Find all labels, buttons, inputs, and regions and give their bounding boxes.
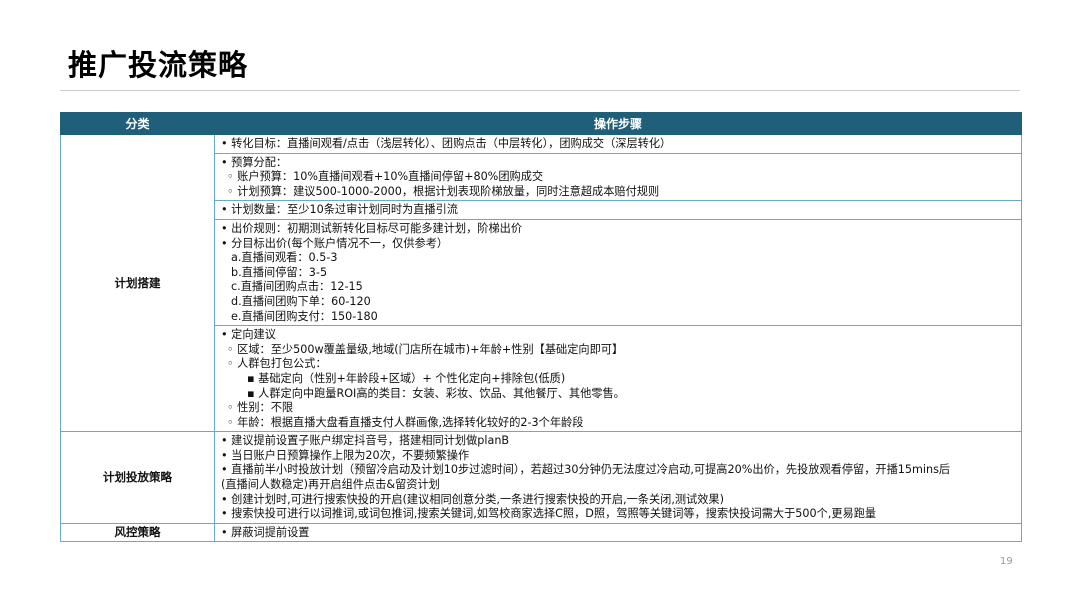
step-line: • 屏蔽词提前设置 [221, 525, 310, 539]
table-body: 计划搭建 • 转化目标：直播间观看/点击（浅层转化）、团购点击（中层转化），团购成… [60, 133, 1022, 543]
step-line: • 搜索快投可进行以词推词,或词包推词,搜索关键词,如驾校商家选择C照，D照，驾… [221, 507, 877, 521]
table-row: 计划投放策略 • 建议提前设置子账户绑定抖音号，搭建相同计划做planB • 当日账… [60, 431, 1022, 524]
step-line: ◦ 性别：不限 [227, 401, 294, 415]
step-line: ◦ 计划预算：建议500-1000-2000，根据计划表现阶梯放量，同时注意超成… [227, 184, 660, 198]
steps-cell: • 定向建议 ◦ 区域：至少500w覆盖量级,地域(门店所在城市)+年龄+性别【基… [214, 325, 1022, 433]
steps-cell: • 预算分配： ◦ 账户预算：10%直播间观看+10%直播间停留+80%团购成交 ◦… [214, 152, 1022, 202]
steps-cell: • 计划数量：至少10条过审计划同时为直播引流 [214, 200, 1022, 220]
step-line: • 转化目标：直播间观看/点击（浅层转化）、团购点击（中层转化），团购成交（深层… [221, 137, 672, 150]
step-line: b.直播间停留：3-5 [231, 265, 328, 279]
step-line: • 计划数量：至少10条过审计划同时为直播引流 [221, 203, 458, 217]
page-title: 推广投流策略 [68, 48, 249, 82]
steps-cell: • 建议提前设置子账户绑定抖音号，搭建相同计划做planB • 当日账户日预算操作… [214, 431, 1022, 524]
page-number: 19 [1000, 556, 1013, 567]
step-line: a.直播间观看：0.5-3 [231, 251, 338, 265]
step-line: ▪ 基础定向（性别+年龄段+区域）+ 个性化定向+排除包(低质) [247, 371, 566, 385]
category-cell: 计划投放策略 [60, 431, 215, 524]
title-divider [60, 90, 1020, 91]
step-line: e.直播间团购支付：150-180 [231, 309, 378, 323]
step-line: • 分目标出价(每个账户情况不一，仅供参考） [221, 236, 449, 250]
steps-cell: • 出价规则：初期测试新转化目标尽可能多建计划，阶梯出价 • 分目标出价(每个账户… [214, 218, 1022, 327]
table-header-row: 分类 操作步骤 [60, 112, 1022, 135]
step-line: • 建议提前设置子账户绑定抖音号，搭建相同计划做planB [221, 434, 510, 448]
step-line: ◦ 人群包打包公式： [227, 357, 327, 371]
step-line: c.直播间团购点击：12-15 [231, 280, 363, 294]
step-line: ▪ 人群定向中跑量ROI高的类目：女装、彩妆、饮品、其他餐厅、其他零售。 [247, 386, 625, 400]
header-steps: 操作步骤 [214, 112, 1022, 135]
table-row: 计划搭建 • 转化目标：直播间观看/点击（浅层转化）、团购点击（中层转化），团购成… [60, 133, 1022, 433]
strategy-table: 分类 操作步骤 计划搭建 • 转化目标：直播间观看/点击（浅层转化）、团购点击（中… [60, 112, 1022, 543]
step-line: (直播间人数稳定)再开启组件点击&留资计划 [221, 478, 440, 492]
steps-cell: • 屏蔽词提前设置 [214, 522, 1022, 543]
step-line: • 预算分配： [221, 155, 288, 169]
step-line: • 直播前半小时投放计划（预留冷启动及计划10步过滤时间），若超过30分钟仍无法… [221, 463, 951, 477]
header-category: 分类 [60, 112, 215, 135]
step-line: ◦ 区域：至少500w覆盖量级,地域(门店所在城市)+年龄+性别【基础定向即可】 [227, 342, 624, 356]
category-cell: 计划搭建 [60, 133, 215, 433]
step-line: ◦ 账户预算：10%直播间观看+10%直播间停留+80%团购成交 [227, 170, 544, 184]
step-line: • 定向建议 [221, 328, 276, 342]
step-line: • 出价规则：初期测试新转化目标尽可能多建计划，阶梯出价 [221, 221, 523, 235]
step-line: d.直播间团购下单：60-120 [231, 294, 371, 308]
step-line: • 创建计划时,可进行搜索快投的开启(建议相同创意分类,一条进行搜索快投的开启,… [221, 492, 724, 506]
steps-cell: • 转化目标：直播间观看/点击（浅层转化）、团购点击（中层转化），团购成交（深层… [214, 134, 1022, 154]
category-cell: 风控策略 [60, 522, 215, 543]
step-line: ◦ 年龄：根据直播大盘看直播支付人群画像,选择转化较好的2-3个年龄段 [227, 415, 584, 429]
step-line: • 当日账户日预算操作上限为20次，不要频繁操作 [221, 448, 470, 462]
table-row: 风控策略 • 屏蔽词提前设置 [60, 522, 1022, 543]
